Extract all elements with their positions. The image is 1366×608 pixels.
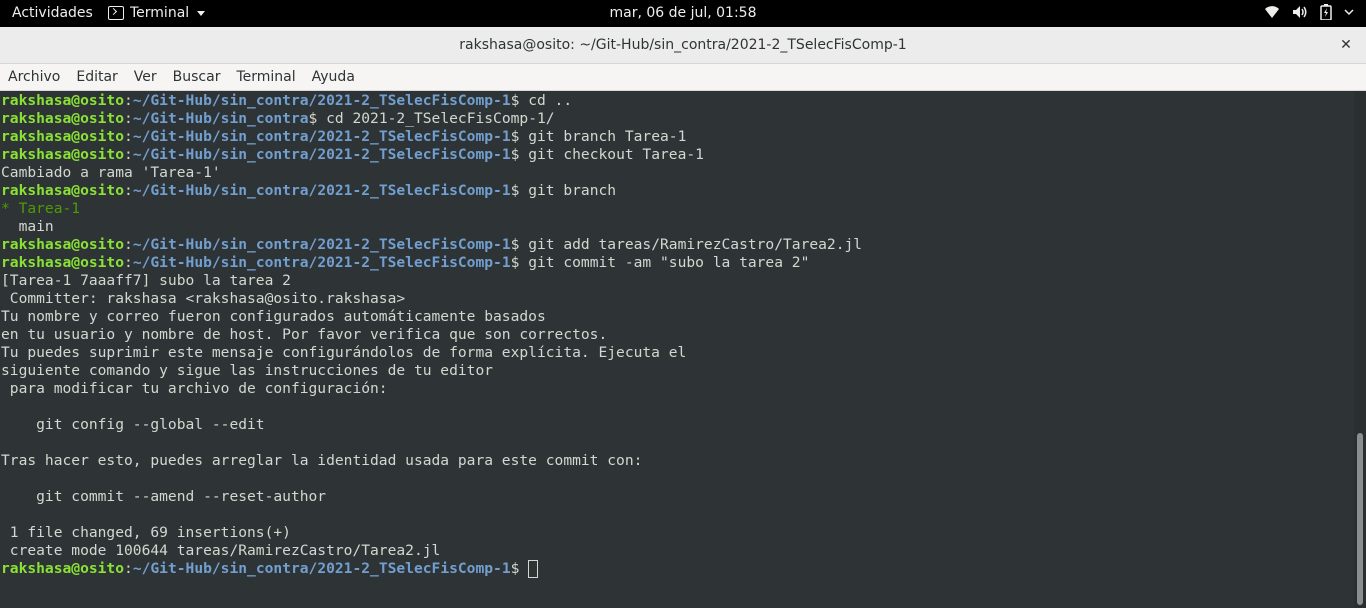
prompt-line: rakshasa@osito:~/Git-Hub/sin_contra/2021… <box>1 92 573 109</box>
prompt-user-host: rakshasa@osito <box>1 236 125 253</box>
terminal-icon <box>108 6 124 20</box>
clock[interactable]: mar, 06 de jul, 01:58 <box>610 5 757 21</box>
output-line: Tu puedes suprimir este mensaje configur… <box>1 344 687 361</box>
chevron-down-icon <box>1344 9 1354 16</box>
battery-icon <box>1320 4 1332 20</box>
output-line: siguiente comando y sigue las instruccio… <box>1 362 494 379</box>
terminal-scrollbar[interactable] <box>1354 91 1366 608</box>
volume-icon <box>1293 6 1307 18</box>
prompt-path: ~/Git-Hub/sin_contra/2021-2_TSelecFisCom… <box>132 254 511 271</box>
output-line: en tu usuario y nombre de host. Por favo… <box>1 326 608 343</box>
output-line: create mode 100644 tareas/RamirezCastro/… <box>1 542 441 559</box>
output-line: Cambiado a rama 'Tarea-1' <box>1 164 221 181</box>
prompt-path: ~/Git-Hub/sin_contra/2021-2_TSelecFisCom… <box>132 236 511 253</box>
prompt-line: rakshasa@osito:~/Git-Hub/sin_contra/2021… <box>1 236 863 253</box>
app-menu[interactable]: Terminal <box>108 5 206 21</box>
command-text: git commit -am "subo la tarea 2" <box>528 254 810 271</box>
window-title: rakshasa@osito: ~/Git-Hub/sin_contra/202… <box>459 37 907 53</box>
output-line: Committer: rakshasa <rakshasa@osito.raks… <box>1 290 406 307</box>
menu-bar: Archivo Editar Ver Buscar Terminal Ayuda <box>0 64 1366 91</box>
command-text: git branch <box>528 182 617 199</box>
prompt-path: ~/Git-Hub/sin_contra/2021-2_TSelecFisCom… <box>132 146 511 163</box>
prompt-user-host: rakshasa@osito <box>1 92 125 109</box>
prompt-user-host: rakshasa@osito <box>1 182 125 199</box>
app-menu-label: Terminal <box>130 5 190 21</box>
prompt-line: rakshasa@osito:~/Git-Hub/sin_contra/2021… <box>1 560 1354 578</box>
current-branch: * Tarea-1 <box>1 200 81 217</box>
command-text: cd .. <box>528 92 573 109</box>
top-bar: Actividades Terminal mar, 06 de jul, 01:… <box>0 0 1366 27</box>
command-text: git branch Tarea-1 <box>528 128 687 145</box>
command-text: cd 2021-2_TSelecFisComp-1/ <box>326 110 555 127</box>
system-tray[interactable] <box>1264 4 1354 20</box>
output-line: main <box>1 218 54 235</box>
menu-ayuda[interactable]: Ayuda <box>312 64 355 90</box>
activities-button[interactable]: Actividades <box>12 5 93 21</box>
scrollbar-thumb[interactable] <box>1357 433 1363 605</box>
prompt-line: rakshasa@osito:~/Git-Hub/sin_contra/2021… <box>1 146 704 163</box>
terminal-output[interactable]: rakshasa@osito:~/Git-Hub/sin_contra/2021… <box>0 91 1354 608</box>
prompt-path: ~/Git-Hub/sin_contra <box>132 110 309 127</box>
window-title-bar[interactable]: rakshasa@osito: ~/Git-Hub/sin_contra/202… <box>0 27 1366 64</box>
caret-down-icon <box>197 10 206 16</box>
prompt-line: rakshasa@osito:~/Git-Hub/sin_contra/2021… <box>1 128 687 145</box>
prompt-line: rakshasa@osito:~/Git-Hub/sin_contra/2021… <box>1 254 810 271</box>
prompt-user-host: rakshasa@osito <box>1 254 125 271</box>
output-line: git config --global --edit <box>1 416 265 433</box>
prompt-user-host: rakshasa@osito <box>1 110 125 127</box>
menu-terminal[interactable]: Terminal <box>236 64 295 90</box>
output-line: [Tarea-1 7aaaff7] subo la tarea 2 <box>1 272 291 289</box>
output-line: 1 file changed, 69 insertions(+) <box>1 524 291 541</box>
output-line: git commit --amend --reset-author <box>1 488 327 505</box>
prompt-line: rakshasa@osito:~/Git-Hub/sin_contra$ cd … <box>1 110 555 127</box>
prompt-user-host: rakshasa@osito <box>1 560 125 577</box>
command-text: git add tareas/RamirezCastro/Tarea2.jl <box>528 236 863 253</box>
output-line: Tras hacer esto, puedes arreglar la iden… <box>1 452 643 469</box>
prompt-path: ~/Git-Hub/sin_contra/2021-2_TSelecFisCom… <box>132 182 511 199</box>
current-branch-line: * Tarea-1 <box>1 200 1354 218</box>
close-icon[interactable]: ✕ <box>1336 35 1356 55</box>
prompt-path: ~/Git-Hub/sin_contra/2021-2_TSelecFisCom… <box>132 560 511 577</box>
output-line: Tu nombre y correo fueron configurados a… <box>1 308 546 325</box>
text-cursor[interactable] <box>528 560 539 578</box>
output-line: para modificar tu archivo de configuraci… <box>1 380 388 397</box>
prompt-user-host: rakshasa@osito <box>1 128 125 145</box>
prompt-path: ~/Git-Hub/sin_contra/2021-2_TSelecFisCom… <box>132 92 511 109</box>
menu-ver[interactable]: Ver <box>134 64 157 90</box>
menu-editar[interactable]: Editar <box>76 64 117 90</box>
prompt-path: ~/Git-Hub/sin_contra/2021-2_TSelecFisCom… <box>132 128 511 145</box>
prompt-line: rakshasa@osito:~/Git-Hub/sin_contra/2021… <box>1 182 617 199</box>
command-text: git checkout Tarea-1 <box>528 146 704 163</box>
menu-archivo[interactable]: Archivo <box>8 64 60 90</box>
menu-buscar[interactable]: Buscar <box>173 64 221 90</box>
prompt-user-host: rakshasa@osito <box>1 146 125 163</box>
wifi-icon <box>1265 6 1279 18</box>
